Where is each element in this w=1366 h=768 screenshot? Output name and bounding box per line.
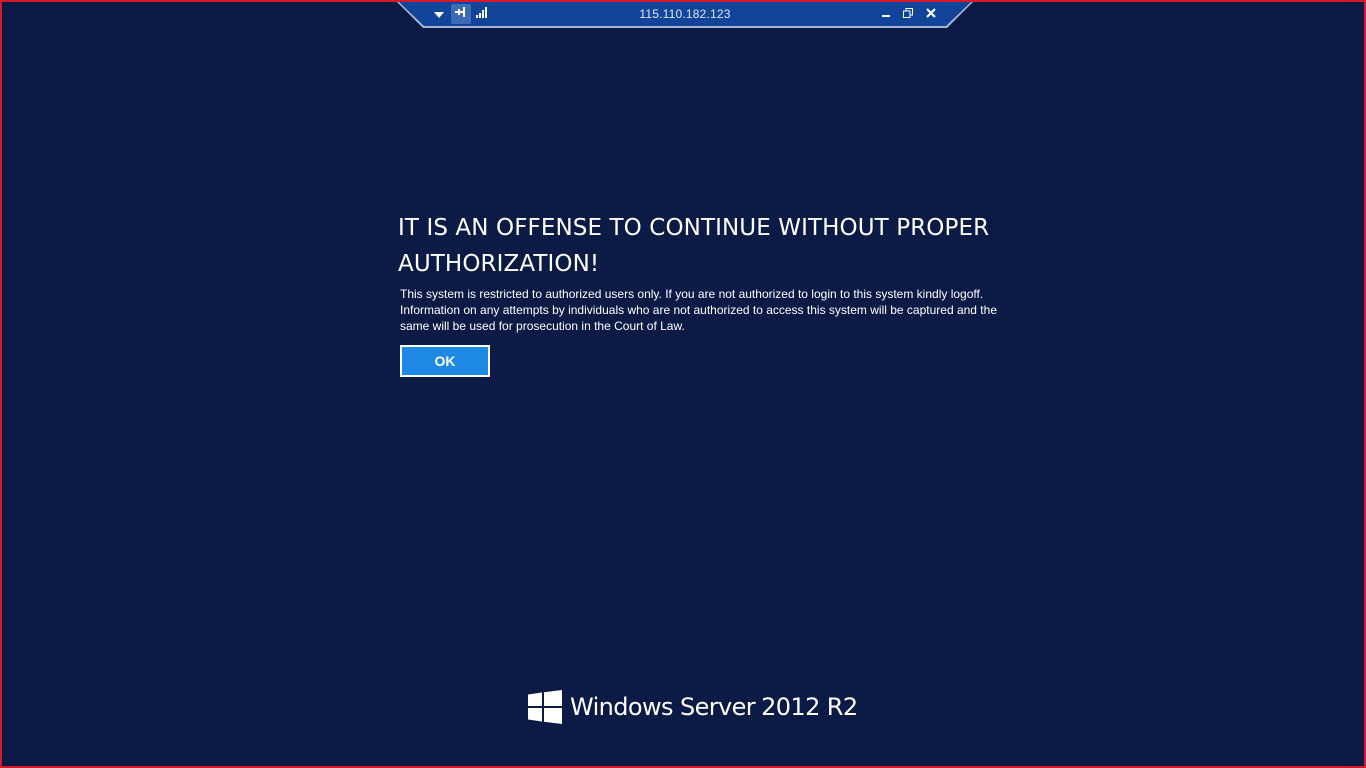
rdp-connection-bar: 115.110.182.123 — [397, 2, 973, 28]
rdp-dropdown-button[interactable] — [431, 4, 447, 24]
windows-logo-icon — [528, 690, 562, 724]
notice-title: IT IS AN OFFENSE TO CONTINUE WITHOUT PRO… — [398, 215, 990, 277]
rdp-pin-button[interactable] — [451, 4, 471, 24]
rdp-close-button[interactable] — [921, 4, 941, 24]
minimize-icon — [881, 5, 891, 23]
legal-notice: IT IS AN OFFENSE TO CONTINUE WITHOUT PRO… — [398, 210, 1008, 377]
lock-screen: 115.110.182.123 IT IS AN OFFENSE TO CONT… — [0, 0, 1366, 768]
product-version: 2012 R2 — [761, 693, 858, 721]
notice-body: This system is restricted to authorized … — [400, 287, 997, 333]
restore-icon — [903, 5, 913, 23]
rdp-restore-button[interactable] — [899, 4, 917, 24]
ok-button[interactable]: OK — [400, 345, 490, 377]
product-name: Windows Server — [570, 693, 756, 721]
dropdown-arrow-icon — [434, 5, 444, 23]
rdp-minimize-button[interactable] — [877, 4, 895, 24]
rdp-host-address: 115.110.182.123 — [639, 7, 731, 21]
windows-server-branding: Windows Server 2012 R2 — [528, 690, 858, 724]
connection-signal-icon — [476, 5, 488, 23]
close-icon — [926, 5, 936, 23]
pin-icon — [455, 5, 467, 23]
rdp-connection-info-button[interactable] — [474, 4, 490, 24]
